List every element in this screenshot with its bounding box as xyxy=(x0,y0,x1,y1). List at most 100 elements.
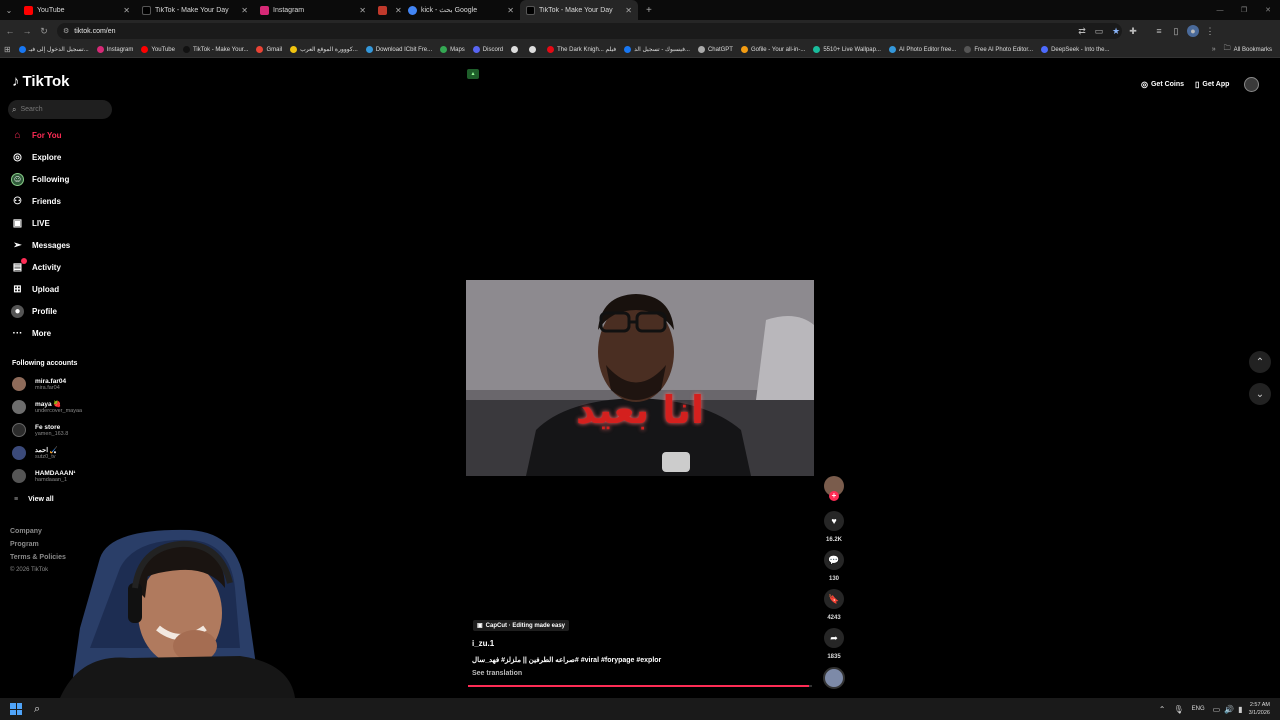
video-player[interactable]: انا بعيد xyxy=(466,280,814,476)
get-coins-button[interactable]: ◎ Get Coins xyxy=(1141,77,1184,92)
bookmark-item[interactable]: The Dark Knigh... فيلم xyxy=(547,46,616,53)
bookmark-item[interactable]: Maps xyxy=(440,46,465,53)
tab-youtube[interactable]: YouTube ✕ xyxy=(18,0,136,20)
back-icon[interactable]: ← xyxy=(3,26,17,36)
bookmark-item[interactable]: تسجيل الدخول إلى فيـ... xyxy=(18,46,89,53)
bookmark-item[interactable]: Discord xyxy=(472,46,503,53)
address-bar[interactable]: ⚙ tiktok.com/en ⇄ ▭ ★ xyxy=(57,23,1122,39)
close-icon[interactable]: ✕ xyxy=(123,6,130,15)
tab-google[interactable]: kick - بحث Google ✕ xyxy=(402,0,520,20)
search-icon[interactable]: ⌕ xyxy=(34,703,40,716)
tab-mail[interactable]: ✕ xyxy=(372,0,402,20)
footer-company[interactable]: Company xyxy=(10,528,42,535)
follow-plus-button[interactable]: + xyxy=(829,491,839,501)
bookmark-item[interactable]: Gmail xyxy=(256,46,282,53)
video-progress-track[interactable] xyxy=(468,685,812,687)
new-tab-button[interactable]: + xyxy=(646,5,652,16)
clock[interactable]: 2:57 AM 3/1/2026 xyxy=(1249,701,1270,717)
tab-tiktok[interactable]: TikTok - Make Your Day ✕ xyxy=(136,0,254,20)
following-account[interactable]: Fe store yamen_163.8 xyxy=(12,423,68,437)
bookmark-item[interactable] xyxy=(511,46,521,53)
translate-icon[interactable]: ⇄ xyxy=(1076,25,1088,37)
tab-instagram[interactable]: Instagram ✕ xyxy=(254,0,372,20)
close-window-icon[interactable]: ✕ xyxy=(1256,6,1280,14)
cast-icon[interactable]: ▭ xyxy=(1093,25,1105,37)
minimize-icon[interactable]: — xyxy=(1208,7,1232,14)
reload-icon[interactable]: ↻ xyxy=(37,26,51,37)
get-app-button[interactable]: ▯ Get App xyxy=(1195,77,1229,92)
volume-icon[interactable]: 🔊 xyxy=(1224,705,1234,714)
tab-search-button[interactable]: ⌄ xyxy=(0,6,18,15)
bookmark-item[interactable]: فيسبوك - تسجيل الد... xyxy=(624,46,690,53)
close-icon[interactable]: ✕ xyxy=(395,6,402,15)
tab-strip: ⌄ YouTube ✕ TikTok - Make Your Day ✕ Insta… xyxy=(0,0,1280,20)
following-account[interactable]: احمد 🏑 sutz0_tv xyxy=(12,446,58,460)
apps-icon[interactable]: ⊞ xyxy=(4,45,11,54)
bookmark-item[interactable]: TikTok - Make Your... xyxy=(182,46,248,53)
tray-chevron-icon[interactable]: ⌃ xyxy=(1159,705,1166,714)
star-icon[interactable]: ★ xyxy=(1110,25,1122,37)
sidepanel-icon[interactable]: ▯ xyxy=(1170,25,1182,37)
view-all-link[interactable]: ≡ View all xyxy=(14,496,54,503)
following-account[interactable]: HAMDAAAN¹ hamdaaan_1 xyxy=(12,469,75,483)
bookmarks-overflow-icon[interactable]: » xyxy=(1212,46,1216,53)
windows-start-icon[interactable] xyxy=(10,703,22,715)
bookmark-item[interactable]: DeepSeek - Into the... xyxy=(1041,46,1109,53)
close-icon[interactable]: ✕ xyxy=(359,6,366,15)
sponsor-tag[interactable]: ▣ CapCut · Editing made easy xyxy=(473,620,570,631)
bookmark-item[interactable]: YouTube xyxy=(141,46,175,53)
language-indicator[interactable]: ENG xyxy=(1192,706,1205,712)
profile-avatar-icon[interactable]: ● xyxy=(1187,25,1199,37)
nav-profile[interactable]: ● Profile xyxy=(11,305,57,318)
nav-upload[interactable]: ⊞ Upload xyxy=(11,283,59,296)
extensions-icon[interactable]: ✚ xyxy=(1127,25,1139,37)
nav-activity[interactable]: ▤ Activity xyxy=(11,258,61,274)
bookmark-item[interactable]: Free AI Photo Editor... xyxy=(964,46,1033,53)
bookmark-button[interactable]: 🔖 xyxy=(824,589,844,609)
battery-icon[interactable]: ▮ xyxy=(1238,705,1242,714)
footer-program[interactable]: Program xyxy=(10,541,39,548)
bookmark-item[interactable] xyxy=(529,46,539,53)
close-icon[interactable]: ✕ xyxy=(241,6,248,15)
bookmark-item[interactable]: Instagram xyxy=(96,46,133,53)
restore-icon[interactable]: ❐ xyxy=(1232,6,1256,14)
nav-messages[interactable]: ➢ Messages xyxy=(11,239,70,252)
nav-explore[interactable]: ◎ Explore xyxy=(11,151,61,164)
bookmark-item[interactable]: كووورة الموقع العرب... xyxy=(290,46,358,53)
bookmark-item[interactable]: AI Photo Editor free... xyxy=(888,46,956,53)
sound-disc[interactable] xyxy=(823,667,845,689)
profile-avatar[interactable] xyxy=(1244,77,1259,92)
search-input[interactable]: ⌕ Search xyxy=(8,100,112,119)
close-icon[interactable]: ✕ xyxy=(625,6,632,15)
share-button[interactable]: ➦ xyxy=(824,628,844,648)
bookmark-item[interactable]: ChatGPT xyxy=(697,46,733,53)
video-author[interactable]: i_zu.1 xyxy=(472,639,494,648)
nav-more[interactable]: ··· More xyxy=(11,327,52,340)
media-icon[interactable]: ≡ xyxy=(1153,25,1165,37)
microphone-icon[interactable]: 🎙 xyxy=(1173,705,1183,714)
nav-live[interactable]: ▣ LIVE xyxy=(11,217,50,230)
tab-tiktok-active[interactable]: TikTok - Make Your Day ✕ xyxy=(520,0,638,20)
close-icon[interactable]: ✕ xyxy=(507,6,514,15)
nav-friends[interactable]: ⚇ Friends xyxy=(11,195,61,208)
see-translation-link[interactable]: See translation xyxy=(472,670,522,677)
comment-button[interactable]: 💬 xyxy=(824,550,844,570)
nav-following[interactable]: ☺ Following xyxy=(11,173,69,186)
following-account[interactable]: maya 🍓 undercover_mayaa xyxy=(12,400,82,414)
forward-icon[interactable]: → xyxy=(20,26,34,36)
bookmark-item[interactable]: 5510+ Live Wallpap... xyxy=(813,46,881,53)
bookmark-favicon-icon xyxy=(511,46,519,53)
bookmark-item[interactable]: Gofile - Your all-in-... xyxy=(740,46,805,53)
network-icon[interactable]: ▭ xyxy=(1213,705,1221,714)
all-bookmarks[interactable]: 🗀 All Bookmarks xyxy=(1224,44,1272,55)
like-button[interactable]: ♥ xyxy=(824,511,844,531)
bookmark-item[interactable]: Download ICbit Fre... xyxy=(365,46,432,53)
following-account[interactable]: mira.far04 mira.far04 xyxy=(12,377,66,391)
bookmark-favicon-icon xyxy=(256,46,264,53)
menu-icon[interactable]: ⋮ xyxy=(1204,25,1216,37)
site-info-icon[interactable]: ⚙ xyxy=(63,27,69,35)
next-video-button[interactable]: ⌄ xyxy=(1249,383,1271,405)
tiktok-logo[interactable]: ♪ TikTok xyxy=(12,73,69,90)
nav-for-you[interactable]: ⌂ For You xyxy=(11,129,61,142)
previous-video-button[interactable]: ⌃ xyxy=(1249,351,1271,373)
